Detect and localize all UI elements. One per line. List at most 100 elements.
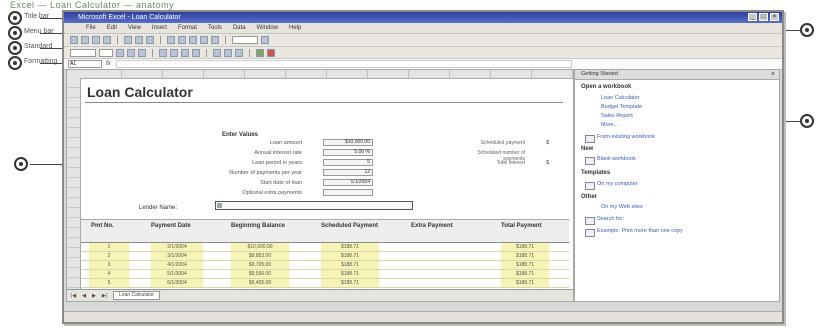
column-header[interactable]: [450, 70, 491, 78]
table-cell[interactable]: 4/1/2004: [151, 261, 203, 269]
copy-icon[interactable]: [135, 36, 143, 44]
print-icon[interactable]: [103, 36, 111, 44]
table-cell[interactable]: 3: [89, 261, 129, 269]
table-cell[interactable]: $188.71: [321, 243, 379, 251]
table-cell[interactable]: [411, 279, 459, 287]
align-right-icon[interactable]: [181, 48, 189, 57]
more-files-link[interactable]: More...: [601, 122, 618, 128]
field-value[interactable]: $10,000.00: [323, 139, 373, 146]
column-header[interactable]: [122, 70, 163, 78]
last-sheet-icon[interactable]: ▶|: [102, 293, 107, 299]
recent-file-link[interactable]: Budget Template: [601, 104, 642, 110]
templates-on-computer-link[interactable]: On my computer: [585, 181, 638, 190]
row-header[interactable]: [67, 88, 80, 98]
close-button[interactable]: ×: [770, 13, 779, 21]
font-size-dropdown[interactable]: [99, 48, 113, 57]
table-cell[interactable]: $9,405.00: [231, 279, 289, 287]
minimize-button[interactable]: _: [748, 13, 757, 21]
open-icon[interactable]: [81, 36, 89, 44]
autosum-icon[interactable]: [189, 36, 197, 44]
table-cell[interactable]: $188.71: [501, 252, 549, 260]
menu-data[interactable]: Data: [233, 23, 246, 33]
table-cell[interactable]: $188.71: [321, 252, 379, 260]
field-value[interactable]: 5.00 %: [323, 149, 373, 156]
prev-sheet-icon[interactable]: ◀: [82, 293, 86, 299]
field-value[interactable]: 5: [323, 159, 373, 166]
sheet-tab-loan-calculator[interactable]: Loan Calculator: [113, 291, 161, 300]
blank-workbook-link[interactable]: Blank workbook: [585, 156, 636, 165]
row-header[interactable]: [67, 238, 80, 248]
redo-icon[interactable]: [178, 36, 186, 44]
first-sheet-icon[interactable]: |◀: [71, 293, 76, 299]
column-header[interactable]: [409, 70, 450, 78]
row-header[interactable]: [67, 208, 80, 218]
recent-file-link[interactable]: Sales Report: [601, 113, 633, 119]
chart-wizard-icon[interactable]: [211, 36, 219, 44]
row-header[interactable]: [67, 198, 80, 208]
row-header[interactable]: [67, 178, 80, 188]
row-header[interactable]: [67, 118, 80, 128]
table-row[interactable]: 3 4/1/2004 $9,705.00 $188.71 $188.71: [81, 261, 569, 270]
maximize-button[interactable]: □: [759, 13, 768, 21]
menu-help[interactable]: Help: [289, 23, 301, 33]
table-row[interactable]: 1 2/1/2004 $10,000.00 $188.71 $188.71: [81, 243, 569, 252]
field-value[interactable]: [323, 189, 373, 196]
table-cell[interactable]: $188.71: [501, 261, 549, 269]
row-header[interactable]: [67, 258, 80, 268]
table-cell[interactable]: 2/1/2004: [151, 243, 203, 251]
column-header[interactable]: [532, 70, 573, 78]
row-header[interactable]: [67, 228, 80, 238]
table-cell[interactable]: $188.71: [321, 279, 379, 287]
paste-icon[interactable]: [146, 36, 154, 44]
table-cell[interactable]: [411, 243, 459, 251]
table-cell[interactable]: $9,556.00: [231, 270, 289, 278]
menu-view[interactable]: View: [128, 23, 141, 33]
row-header[interactable]: [67, 188, 80, 198]
table-cell[interactable]: [411, 270, 459, 278]
help-icon[interactable]: [261, 36, 269, 44]
menu-file[interactable]: File: [86, 23, 96, 33]
next-sheet-icon[interactable]: ▶: [92, 293, 96, 299]
percent-icon[interactable]: [224, 48, 232, 57]
table-cell[interactable]: $188.71: [321, 261, 379, 269]
column-header[interactable]: [286, 70, 327, 78]
formula-input[interactable]: [116, 60, 572, 68]
name-box[interactable]: A1: [68, 60, 102, 68]
table-cell[interactable]: $10,000.00: [231, 243, 289, 251]
recent-file-link[interactable]: Loan Calculator: [601, 95, 640, 101]
bold-icon[interactable]: [116, 48, 124, 57]
field-value[interactable]: 12: [323, 169, 373, 176]
lender-name-input[interactable]: [215, 201, 413, 210]
new-icon[interactable]: [70, 36, 78, 44]
field-value[interactable]: 1/1/2004: [323, 179, 373, 186]
table-cell[interactable]: [411, 252, 459, 260]
column-header[interactable]: [327, 70, 368, 78]
example-link[interactable]: Example: Print more than one copy: [585, 228, 683, 237]
row-header[interactable]: [67, 268, 80, 278]
table-cell[interactable]: $9,705.00: [231, 261, 289, 269]
column-header[interactable]: [81, 70, 122, 78]
column-header[interactable]: [368, 70, 409, 78]
menu-insert[interactable]: Insert: [152, 23, 167, 33]
table-cell[interactable]: 5: [89, 279, 129, 287]
table-cell[interactable]: 6/1/2004: [151, 279, 203, 287]
table-cell[interactable]: $9,853.00: [231, 252, 289, 260]
row-header[interactable]: [67, 138, 80, 148]
column-header[interactable]: [204, 70, 245, 78]
table-row[interactable]: 2 3/1/2004 $9,853.00 $188.71 $188.71: [81, 252, 569, 261]
zoom-dropdown[interactable]: [232, 36, 258, 44]
row-header[interactable]: [67, 148, 80, 158]
table-cell[interactable]: 3/1/2004: [151, 252, 203, 260]
row-header[interactable]: [67, 108, 80, 118]
row-header[interactable]: [67, 158, 80, 168]
sort-ascending-icon[interactable]: [200, 36, 208, 44]
currency-icon[interactable]: [213, 48, 221, 57]
table-cell[interactable]: $188.71: [501, 279, 549, 287]
merge-center-icon[interactable]: [192, 48, 200, 57]
table-row[interactable]: 5 6/1/2004 $9,405.00 $188.71 $188.71: [81, 279, 569, 288]
menu-format[interactable]: Format: [178, 23, 197, 33]
table-cell[interactable]: 1: [89, 243, 129, 251]
table-cell[interactable]: $188.71: [321, 270, 379, 278]
table-cell[interactable]: 5/1/2004: [151, 270, 203, 278]
table-cell[interactable]: 2: [89, 252, 129, 260]
